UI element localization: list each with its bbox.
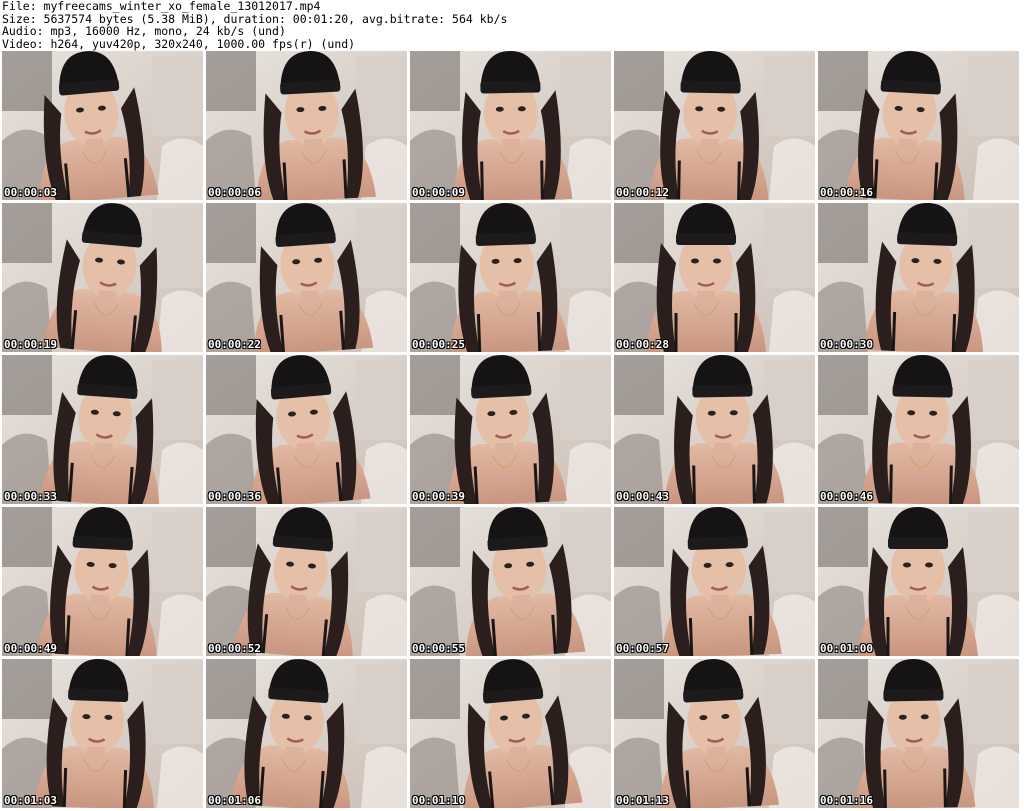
video-frame-thumbnail: 00:01:03 — [2, 659, 203, 808]
webcam-frame-image — [2, 203, 203, 352]
webcam-frame-image — [614, 507, 815, 656]
webcam-frame-image — [410, 51, 611, 200]
frame-timestamp: 00:00:25 — [412, 338, 465, 351]
frame-timestamp: 00:00:30 — [820, 338, 873, 351]
webcam-frame-image — [818, 355, 1019, 504]
frame-timestamp: 00:01:10 — [412, 794, 465, 807]
video-frame-thumbnail: 00:00:43 — [614, 355, 815, 504]
video-frame-thumbnail: 00:00:46 — [818, 355, 1019, 504]
video-info-line: Video: h264, yuv420p, 320x240, 1000.00 f… — [2, 36, 356, 51]
webcam-frame-image — [614, 203, 815, 352]
video-frame-thumbnail: 00:00:55 — [410, 507, 611, 656]
webcam-frame-image — [206, 51, 407, 200]
file-info-header: File: myfreecams_winter_xo_female_130120… — [2, 0, 1022, 50]
frame-timestamp: 00:00:12 — [616, 186, 669, 199]
frame-timestamp: 00:00:16 — [820, 186, 873, 199]
frame-timestamp: 00:00:28 — [616, 338, 669, 351]
webcam-frame-image — [206, 355, 407, 504]
webcam-frame-image — [2, 51, 203, 200]
video-frame-thumbnail: 00:01:16 — [818, 659, 1019, 808]
video-frame-thumbnail: 00:01:06 — [206, 659, 407, 808]
webcam-frame-image — [410, 355, 611, 504]
video-frame-thumbnail: 00:00:25 — [410, 203, 611, 352]
webcam-frame-image — [410, 203, 611, 352]
video-frame-thumbnail: 00:00:03 — [2, 51, 203, 200]
webcam-frame-image — [206, 659, 407, 808]
webcam-frame-image — [818, 507, 1019, 656]
webcam-frame-image — [818, 203, 1019, 352]
webcam-frame-image — [410, 507, 611, 656]
frame-timestamp: 00:00:49 — [4, 642, 57, 655]
frame-timestamp: 00:00:43 — [616, 490, 669, 503]
video-frame-thumbnail: 00:01:10 — [410, 659, 611, 808]
webcam-frame-image — [2, 507, 203, 656]
frame-timestamp: 00:00:39 — [412, 490, 465, 503]
frame-timestamp: 00:00:46 — [820, 490, 873, 503]
webcam-frame-image — [818, 659, 1019, 808]
frame-timestamp: 00:00:09 — [412, 186, 465, 199]
frame-timestamp: 00:00:57 — [616, 642, 669, 655]
webcam-frame-image — [206, 203, 407, 352]
video-frame-thumbnail: 00:00:30 — [818, 203, 1019, 352]
frame-timestamp: 00:01:13 — [616, 794, 669, 807]
frame-timestamp: 00:00:33 — [4, 490, 57, 503]
video-frame-thumbnail: 00:01:00 — [818, 507, 1019, 656]
webcam-frame-image — [614, 355, 815, 504]
frame-timestamp: 00:00:36 — [208, 490, 261, 503]
frame-timestamp: 00:01:00 — [820, 642, 873, 655]
video-frame-thumbnail: 00:00:49 — [2, 507, 203, 656]
thumbnail-grid: 00:00:03 00:00:06 00:00:09 00:00:12 00:0… — [2, 51, 1019, 808]
video-frame-thumbnail: 00:00:57 — [614, 507, 815, 656]
webcam-frame-image — [2, 355, 203, 504]
video-frame-thumbnail: 00:00:39 — [410, 355, 611, 504]
video-frame-thumbnail: 00:00:36 — [206, 355, 407, 504]
video-frame-thumbnail: 00:00:16 — [818, 51, 1019, 200]
frame-timestamp: 00:00:19 — [4, 338, 57, 351]
video-frame-thumbnail: 00:00:19 — [2, 203, 203, 352]
frame-timestamp: 00:00:03 — [4, 186, 57, 199]
webcam-frame-image — [410, 659, 611, 808]
webcam-frame-image — [2, 659, 203, 808]
video-frame-thumbnail: 00:00:12 — [614, 51, 815, 200]
frame-timestamp: 00:01:16 — [820, 794, 873, 807]
webcam-frame-image — [818, 51, 1019, 200]
video-frame-thumbnail: 00:00:33 — [2, 355, 203, 504]
video-frame-thumbnail: 00:00:09 — [410, 51, 611, 200]
video-frame-thumbnail: 00:01:13 — [614, 659, 815, 808]
frame-timestamp: 00:00:06 — [208, 186, 261, 199]
webcam-frame-image — [206, 507, 407, 656]
audio-info-line: Audio: mp3, 16000 Hz, mono, 24 kb/s (und… — [2, 24, 286, 38]
frame-timestamp: 00:01:06 — [208, 794, 261, 807]
video-frame-thumbnail: 00:00:06 — [206, 51, 407, 200]
frame-timestamp: 00:00:22 — [208, 338, 261, 351]
video-frame-thumbnail: 00:00:52 — [206, 507, 407, 656]
video-frame-thumbnail: 00:00:28 — [614, 203, 815, 352]
frame-timestamp: 00:01:03 — [4, 794, 57, 807]
video-frame-thumbnail: 00:00:22 — [206, 203, 407, 352]
webcam-frame-image — [614, 659, 815, 808]
webcam-frame-image — [614, 51, 815, 200]
frame-timestamp: 00:00:52 — [208, 642, 261, 655]
file-name-line: File: myfreecams_winter_xo_female_130120… — [2, 0, 321, 13]
frame-timestamp: 00:00:55 — [412, 642, 465, 655]
